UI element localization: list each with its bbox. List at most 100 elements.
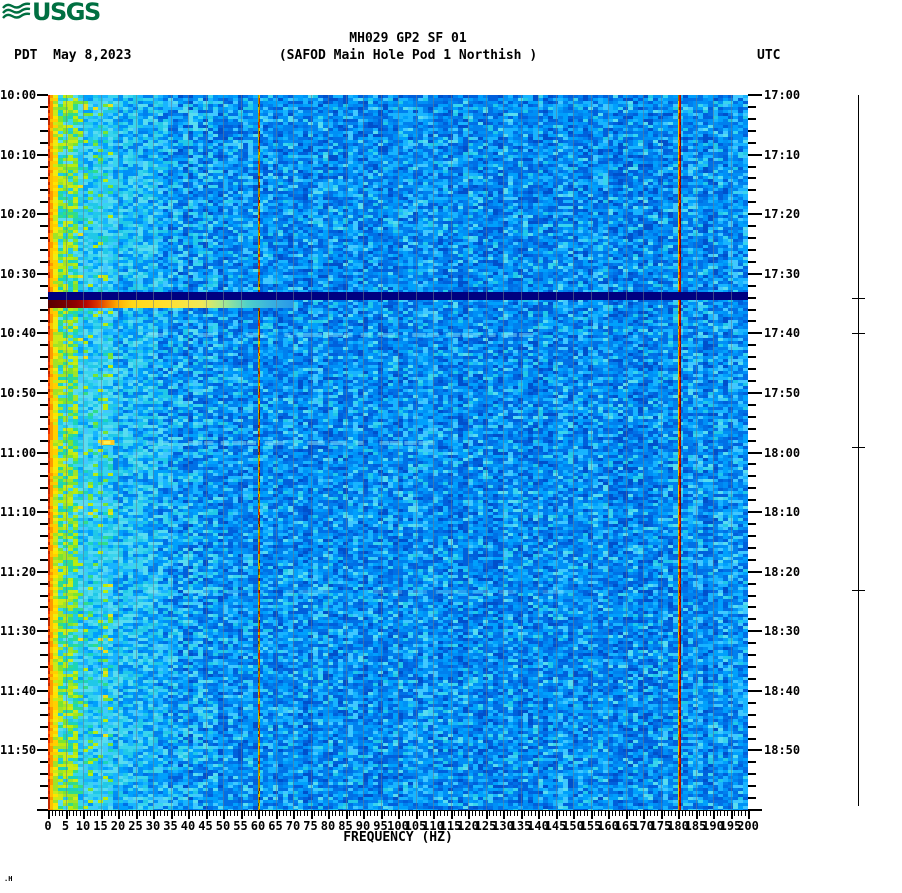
x-tick [300,811,301,816]
x-tick [632,811,634,816]
y-tick-left [40,427,48,430]
y-tick-left [40,344,48,347]
y-tick-right [748,773,756,776]
y-axis-left-label: 10:40 [0,326,37,341]
y-tick-left [37,332,48,335]
x-tick [475,811,476,816]
x-tick [622,811,623,816]
x-tick [748,811,750,819]
x-tick [86,811,88,816]
x-tick [370,811,371,816]
y-tick-right [748,558,756,561]
x-tick [520,811,523,819]
x-tick [321,811,322,816]
x-tick [559,811,560,816]
x-tick [282,811,284,816]
x-tick [555,811,558,819]
x-tick [433,811,435,819]
x-tick [314,811,315,816]
usgs-waves-icon [2,2,31,19]
x-tick [205,811,208,819]
x-tick [590,811,593,819]
x-tick [100,811,103,819]
x-tick [247,811,249,816]
x-tick [653,811,655,816]
x-tick [167,811,168,816]
y-tick-right [748,785,756,788]
x-tick [251,811,252,816]
y-axis-right-label: 17:40 [764,326,801,341]
y-tick-left [40,308,48,311]
x-tick [744,811,746,816]
x-tick [594,811,595,816]
x-tick [667,811,669,816]
x-tick [447,811,448,816]
y-tick-left [40,415,48,418]
y-tick-left [40,368,48,371]
x-tick [510,811,511,816]
x-tick [303,811,305,816]
x-tick [513,811,515,816]
y-tick-right [748,475,756,478]
event-marker-tick [852,297,865,299]
y-tick-left [40,284,48,287]
y-tick-right [748,320,756,323]
y-tick-right [748,463,756,466]
x-tick [142,811,144,816]
y-tick-right [748,380,756,382]
x-tick [734,811,735,816]
y-tick-right [748,177,756,180]
y-tick-left [40,713,48,716]
x-tick [394,811,396,816]
x-tick [464,811,466,816]
y-tick-left [40,296,48,299]
x-tick [107,811,109,816]
x-tick [48,811,50,819]
x-tick [639,811,641,816]
x-tick [118,811,120,819]
y-axis-left-label: 11:20 [0,564,37,579]
y-tick-right [748,582,756,585]
y-tick-left [40,582,48,585]
y-tick-left [37,511,48,514]
x-tick [436,811,438,816]
x-tick [562,811,564,816]
x-tick [51,811,53,816]
x-tick [149,811,151,816]
x-tick [611,811,613,816]
x-tick [443,811,445,816]
y-tick-left [37,272,48,275]
spectrogram-heatmap [48,95,748,810]
x-tick [538,811,540,819]
x-tick [191,811,193,816]
y-tick-right [748,618,756,621]
x-tick [478,811,480,816]
x-tick [625,811,628,819]
x-tick [310,811,313,819]
y-tick-left [40,737,48,740]
x-tick [265,811,266,816]
x-tick [209,811,210,816]
x-tick [328,811,330,819]
x-tick [482,811,483,816]
y-tick-right [748,153,762,156]
y-tick-right [748,129,756,132]
x-tick [723,811,725,816]
x-axis-title: FREQUENCY (HZ) [343,830,453,845]
x-tick [223,811,225,819]
y-tick-right [748,594,756,597]
x-tick [216,811,217,816]
x-tick [177,811,179,816]
y-tick-left [40,356,48,359]
x-tick [415,811,418,819]
y-tick-right [748,737,756,740]
x-tick [261,811,263,816]
x-tick [160,811,161,816]
x-tick [90,811,91,816]
x-tick [258,811,260,819]
y-tick-left [40,534,48,537]
x-tick [237,811,238,816]
x-tick [275,811,278,819]
x-tick [163,811,165,816]
y-tick-left [40,606,48,609]
